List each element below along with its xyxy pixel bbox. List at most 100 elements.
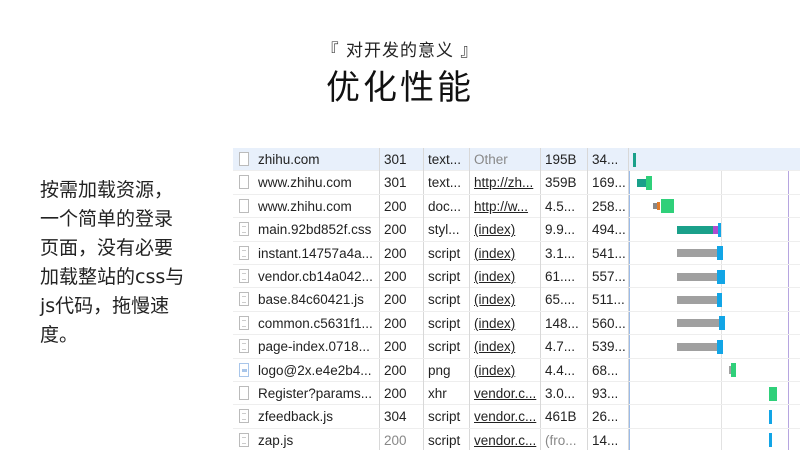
request-time: 26... — [588, 405, 629, 429]
request-name: Register?params... — [255, 382, 380, 405]
request-type: styl... — [424, 218, 470, 242]
request-waterfall — [629, 405, 800, 428]
waterfall-timing-bar — [677, 295, 717, 304]
network-request-row[interactable]: www.zhihu.com 301 text... http://zh... 359B 1… — [233, 171, 800, 195]
request-name: vendor.cb14a042... — [255, 265, 380, 288]
request-icon-cell — [233, 405, 255, 428]
waterfall-timing-bar — [717, 339, 723, 354]
script-icon — [239, 432, 249, 447]
request-size: 61.... — [541, 265, 588, 288]
request-waterfall — [629, 312, 800, 335]
waterfall-timing-bar — [633, 152, 636, 167]
request-time: 511... — [588, 288, 629, 312]
waterfall-timing-bar — [731, 363, 736, 378]
network-request-row[interactable]: zap.js 200 script vendor.c... (fro... 14... — [233, 428, 800, 450]
waterfall-timing-bar — [657, 202, 660, 211]
request-icon-cell — [233, 218, 255, 241]
request-time: 14... — [588, 428, 629, 450]
network-request-row[interactable]: base.84c60421.js 200 script (index) 65.... 51… — [233, 288, 800, 312]
script-icon — [239, 245, 249, 260]
request-type: script — [424, 405, 470, 429]
request-status: 301 — [380, 148, 424, 171]
network-request-row[interactable]: vendor.cb14a042... 200 script (index) 61....… — [233, 265, 800, 289]
network-request-row[interactable]: page-index.0718... 200 script (index) 4.7...… — [233, 335, 800, 359]
request-time: 539... — [588, 335, 629, 359]
request-initiator[interactable]: http://zh... — [470, 171, 541, 195]
request-initiator[interactable]: (index) — [470, 241, 541, 265]
request-waterfall — [629, 171, 800, 194]
network-request-row[interactable]: Register?params... 200 xhr vendor.c... 3.0..… — [233, 382, 800, 406]
request-name: instant.14757a4a... — [255, 241, 380, 265]
request-time: 169... — [588, 171, 629, 195]
side-note: 按需加载资源， 一个简单的登录 页面，没有必要 加载整站的css与 js代码，拖… — [40, 176, 210, 350]
side-note-line: 加载整站的css与 — [40, 266, 185, 288]
request-time: 258... — [588, 194, 629, 218]
request-initiator[interactable]: http://w... — [470, 194, 541, 218]
request-size: 4.5... — [541, 194, 588, 218]
request-icon-cell — [233, 312, 255, 335]
request-name: zfeedback.js — [255, 405, 380, 429]
request-waterfall — [629, 265, 800, 288]
slide-subtitle: 『 对开发的意义 』 — [321, 41, 479, 61]
network-request-row[interactable]: instant.14757a4a... 200 script (index) 3.1..… — [233, 241, 800, 265]
request-name: zhihu.com — [255, 148, 380, 171]
request-initiator[interactable]: vendor.c... — [470, 428, 541, 450]
request-initiator[interactable]: (index) — [470, 218, 541, 242]
request-initiator[interactable]: (index) — [470, 335, 541, 359]
request-initiator[interactable]: (index) — [470, 311, 541, 335]
request-waterfall — [629, 288, 800, 311]
script-icon — [239, 269, 249, 283]
request-status: 200 — [380, 358, 424, 382]
request-initiator[interactable]: (index) — [470, 265, 541, 288]
waterfall-timing-bar — [646, 175, 652, 190]
network-request-row[interactable]: zfeedback.js 304 script vendor.c... 461B 26..… — [233, 405, 800, 429]
request-name: www.zhihu.com — [255, 171, 380, 195]
request-waterfall — [629, 335, 800, 358]
request-status: 200 — [380, 311, 424, 335]
request-icon-cell — [233, 288, 255, 311]
script-icon — [239, 409, 249, 424]
request-size: 148... — [541, 311, 588, 335]
request-size: 65.... — [541, 288, 588, 312]
request-time: 541... — [588, 241, 629, 265]
request-icon-cell — [233, 429, 255, 450]
waterfall-timing-bar — [677, 249, 717, 258]
network-request-row[interactable]: logo@2x.e4e2b4... 200 png (index) 4.4... 68..… — [233, 358, 800, 382]
side-note-line: 一个简单的登录 — [40, 208, 174, 230]
request-status: 200 — [380, 288, 424, 312]
request-type: script — [424, 241, 470, 265]
network-request-row[interactable]: main.92bd852f.css 200 styl... (index) 9.9...… — [233, 218, 800, 242]
request-time: 557... — [588, 265, 629, 288]
request-name: zap.js — [255, 428, 380, 450]
request-status: 301 — [380, 171, 424, 195]
waterfall-timing-bar — [718, 222, 721, 237]
request-status: 200 — [380, 265, 424, 288]
waterfall-timing-bar — [719, 316, 725, 331]
request-initiator[interactable]: (index) — [470, 288, 541, 312]
waterfall-timing-bar — [769, 433, 772, 448]
request-time: 34... — [588, 148, 629, 171]
request-icon-cell — [233, 171, 255, 194]
request-size: 195B — [541, 148, 588, 171]
request-type: doc... — [424, 194, 470, 218]
request-initiator[interactable]: (index) — [470, 358, 541, 382]
request-status: 200 — [380, 194, 424, 218]
network-request-row[interactable]: zhihu.com 301 text... Other 195B 34... — [233, 148, 800, 172]
request-icon-cell — [233, 148, 255, 171]
waterfall-timing-bar — [769, 409, 772, 424]
side-note-line: 度。 — [40, 324, 79, 346]
side-note-line: 页面，没有必要 — [40, 237, 174, 259]
waterfall-timing-bar — [717, 292, 722, 307]
network-request-row[interactable]: www.zhihu.com 200 doc... http://w... 4.5... 2… — [233, 194, 800, 219]
request-size: 359B — [541, 171, 588, 195]
network-request-row[interactable]: common.c5631f1... 200 script (index) 148... 5… — [233, 311, 800, 336]
request-status: 200 — [380, 218, 424, 242]
request-icon-cell — [233, 242, 255, 265]
request-initiator[interactable]: vendor.c... — [470, 382, 541, 405]
request-waterfall — [629, 218, 800, 241]
request-initiator[interactable]: vendor.c... — [470, 405, 541, 429]
request-type: script — [424, 428, 470, 450]
request-size: 9.9... — [541, 218, 588, 242]
waterfall-timing-bar — [637, 178, 646, 187]
request-type: text... — [424, 148, 470, 171]
